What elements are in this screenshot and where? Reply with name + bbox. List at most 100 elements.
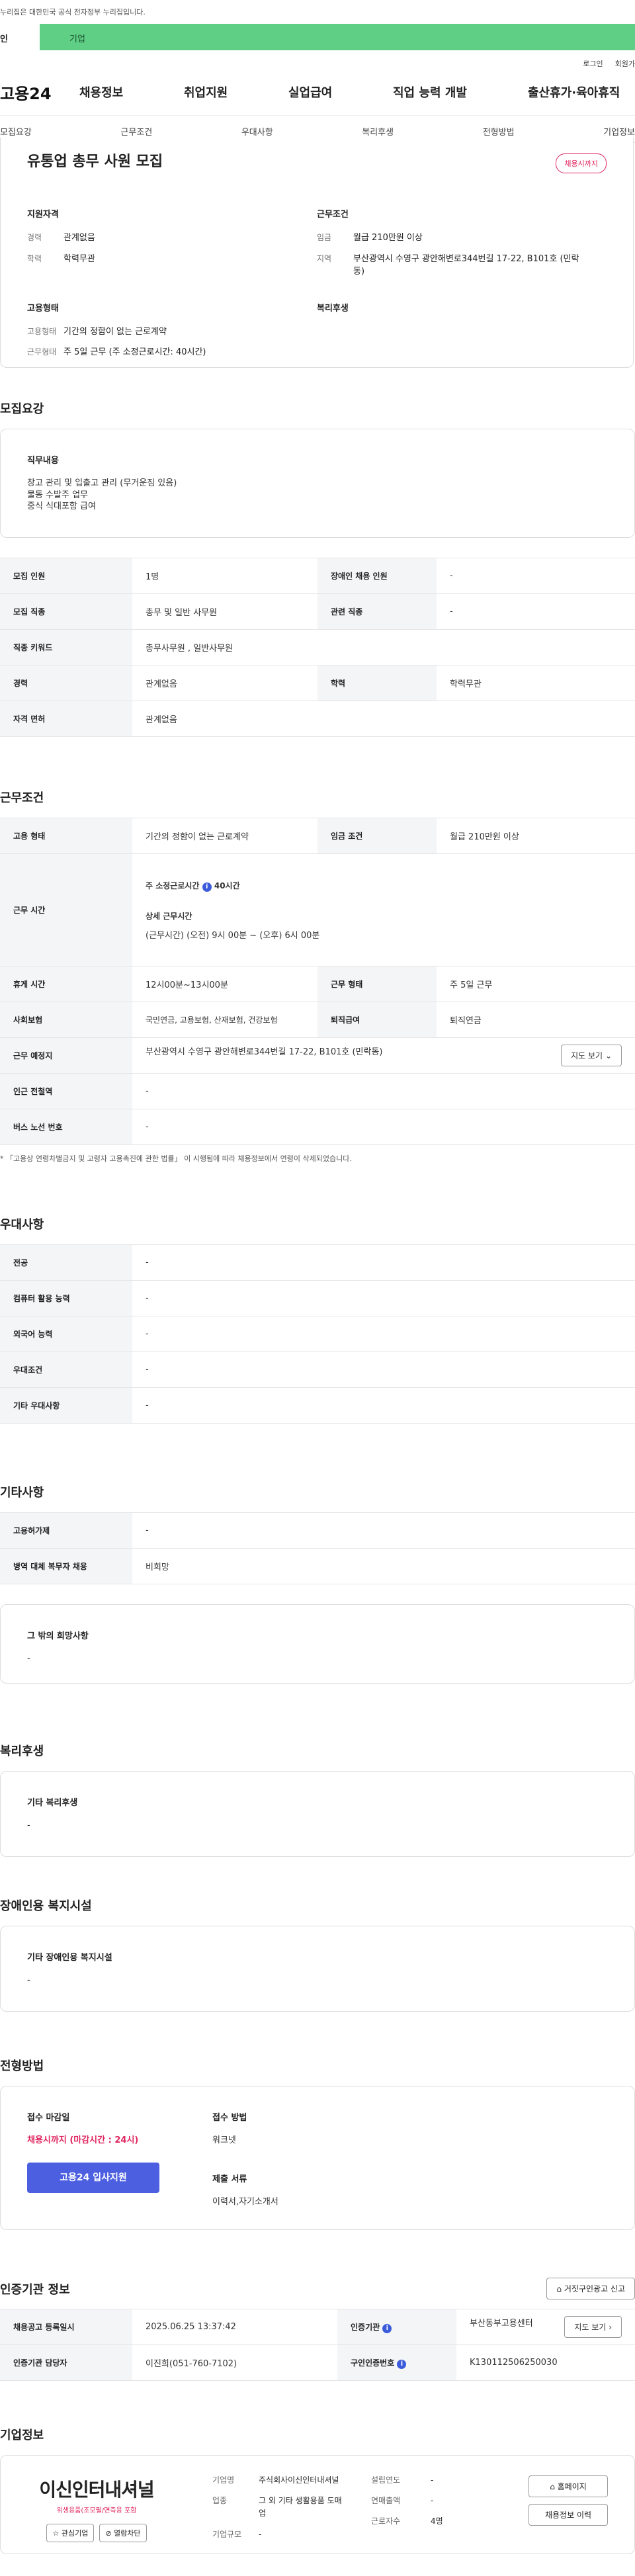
row-value: - <box>132 1280 635 1316</box>
gnb-item-employment-support[interactable]: 취업지원 <box>184 83 288 101</box>
selection-box: 접수 마감일 채용시까지 (마감시간 : 24시) 고용24 입사지원 접수 방… <box>0 2086 635 2230</box>
site-logo[interactable]: 고용24 <box>0 81 79 104</box>
favorite-button[interactable]: ☆ 관심기업 <box>46 2524 95 2542</box>
table-row: 채용공고 등록일시 2025.06.25 13:37:42 인증기관 i 부산동… <box>0 2309 635 2345</box>
pref-section-title: 우대사항 <box>0 1218 44 1232</box>
deadline-value: 채용시까지 (마감시간 : 24시) <box>27 2135 139 2145</box>
row-value: 관계없음 <box>132 665 318 701</box>
row-label: 전공 <box>0 1244 132 1281</box>
deadline-heading: 접수 마감일 <box>27 2113 70 2123</box>
row-label: 기타 우대사항 <box>0 1387 132 1424</box>
cert-section-title: 인증기관 정보 <box>0 2282 70 2297</box>
table-row: 외국어 능력 - <box>0 1316 635 1352</box>
favorite-label: 관심기업 <box>61 2529 89 2538</box>
company-field-label: 연매출액 <box>371 2496 401 2506</box>
agency-map-label: 지도 보기 <box>574 2323 607 2332</box>
emp-value: 기간의 정함이 없는 근로계약 <box>64 326 167 337</box>
wish-heading: 그 밖의 희망사항 <box>27 1631 89 1641</box>
duty-box: 직무내용 창고 관리 및 입출고 관리 (무거운짐 있음) 물동 수발주 업무 … <box>0 429 635 538</box>
table-row: 경력 관계없음 학력 학력무관 <box>0 665 635 701</box>
row-value: 국민연금, 고용보험, 산재보험, 건강보험 <box>132 1002 318 1038</box>
user-type-tabs: 인 기업 <box>0 24 635 50</box>
company-section-title: 기업정보 <box>0 2428 44 2442</box>
row-label: 휴게 시간 <box>0 966 132 1002</box>
table-row: 기타 우대사항 - <box>0 1387 635 1424</box>
homepage-label: 홈페이지 <box>557 2482 587 2491</box>
cert-number-label: 구인인증번호 <box>351 2358 395 2368</box>
company-logo-name: 이신인터내셔널 <box>39 2479 154 2501</box>
apply-button[interactable]: 고용24 입사지원 <box>27 2162 159 2193</box>
info-icon[interactable]: i <box>382 2323 392 2333</box>
location-cell: 부산광역시 수영구 광안해변로344번길 17-22, B101호 (민락동) … <box>132 1037 635 1074</box>
docs-value: 이력서,자기소개서 <box>212 2196 278 2207</box>
row-value: 월급 210만원 이상 <box>437 818 635 854</box>
chevron-right-icon: › <box>609 2323 612 2332</box>
gnb-item-vocational-training[interactable]: 직업 능력 개발 <box>393 83 528 101</box>
tab-personal[interactable]: 인 <box>0 24 40 50</box>
row-label: 고용 형태 <box>0 818 132 854</box>
tab-company[interactable]: 기업 <box>40 24 635 50</box>
cond-label: 임금 <box>317 233 332 242</box>
job-history-button[interactable]: 채용정보 이력 <box>529 2504 608 2526</box>
row-value: 1명 <box>132 558 318 594</box>
row-value: - <box>132 1316 635 1352</box>
row-label: 학력 <box>318 665 437 701</box>
hours-cell: 주 소정근로시간 i 40시간 상세 근무시간 (근무시간) (오전) 9시 0… <box>132 853 635 966</box>
report-button-label: 거짓구인광고 신고 <box>564 2284 625 2294</box>
job-summary-card: 유통업 총무 사원 모집 채용시까지 지원자격 경력 관계없음 학력 학력무관 근무… <box>0 138 634 368</box>
global-nav: 고용24 채용정보 취업지원 실업급여 직업 능력 개발 출산휴가·육아휴직 <box>0 69 635 115</box>
company-field-label: 근로자수 <box>371 2516 401 2526</box>
disab-section-title: 장애인용 복지시설 <box>0 1899 92 1913</box>
wish-value: - <box>27 1654 30 1664</box>
duty-line: 물동 수발주 업무 <box>27 490 88 500</box>
row-label: 외국어 능력 <box>0 1316 132 1352</box>
homepage-button[interactable]: ⌂ 홈페이지 <box>529 2475 608 2497</box>
cond-value: 부산광역시 수영구 광안해변로344번길 17-22, B101호 (민락동) <box>353 253 579 277</box>
signup-link[interactable]: 회원가 <box>615 58 635 69</box>
row-value: 총무 및 일반 사무원 <box>132 593 318 630</box>
row-value: 기간의 정함이 없는 근로계약 <box>132 818 318 854</box>
agency-map-button[interactable]: 지도 보기 › <box>564 2316 622 2338</box>
company-field-value: 4명 <box>431 2516 443 2526</box>
row-value: - <box>132 1512 635 1549</box>
row-value: - <box>132 1244 635 1281</box>
block-icon: ⊘ <box>105 2529 112 2538</box>
info-icon[interactable]: i <box>397 2359 407 2369</box>
table-row: 우대조건 - <box>0 1352 635 1388</box>
hours-main-label: 주 소정근로시간 <box>146 880 200 890</box>
emp-heading: 고용형태 <box>27 303 59 314</box>
table-row: 근무 예정지 부산광역시 수영구 광안해변로344번길 17-22, B101호… <box>0 1037 635 1074</box>
table-row: 컴퓨터 활용 능력 - <box>0 1280 635 1316</box>
disab-value: - <box>27 1975 30 1985</box>
row-label: 구인인증번호 i <box>337 2344 456 2381</box>
info-icon[interactable]: i <box>202 882 212 892</box>
row-value: - <box>132 1352 635 1388</box>
company-card: 이신인터내셔널 위생용품(조모필/면측용 포함 ☆ 관심기업 ⊘ 열람차단 기업… <box>0 2455 635 2554</box>
row-label: 근무 시간 <box>0 853 132 966</box>
row-value: - <box>437 593 635 630</box>
company-field-value: - <box>431 2496 434 2506</box>
row-value: - <box>132 1109 635 1145</box>
login-link[interactable]: 로그인 <box>583 58 603 69</box>
gnb-item-parental-leave[interactable]: 출산휴가·육아휴직 <box>528 83 620 101</box>
deadline-badge: 채용시까지 <box>556 153 607 173</box>
table-row: 병역 대체 복무자 채용 비희망 <box>0 1548 635 1584</box>
report-button[interactable]: ⌂ 거짓구인광고 신고 <box>546 2278 635 2299</box>
table-row: 모집 직종 총무 및 일반 사무원 관련 직종 - <box>0 593 635 630</box>
disab-box: 기타 장애인용 복지시설 - <box>0 1926 635 2012</box>
row-label: 고용허가제 <box>0 1512 132 1549</box>
table-row: 근무 시간 주 소정근로시간 i 40시간 상세 근무시간 (근무시간) (오전… <box>0 853 635 966</box>
block-button[interactable]: ⊘ 열람차단 <box>99 2524 147 2542</box>
gnb-item-unemployment-benefit[interactable]: 실업급여 <box>288 83 393 101</box>
map-button[interactable]: 지도 보기 ⌄ <box>561 1045 622 1066</box>
qual-value: 학력무관 <box>64 253 95 264</box>
table-row: 자격 면허 관계없음 <box>0 701 635 737</box>
company-field-value: 그 외 기타 생활용품 도매업 <box>259 2496 342 2518</box>
gnb-item-jobs[interactable]: 채용정보 <box>79 83 184 101</box>
cert-agency-label: 인증기관 <box>351 2322 380 2332</box>
duty-line: 창고 관리 및 입출고 관리 (무거운짐 있음) <box>27 478 177 488</box>
row-label: 장애인 채용 인원 <box>318 558 437 594</box>
row-label: 모집 인원 <box>0 558 132 594</box>
cert-table: 채용공고 등록일시 2025.06.25 13:37:42 인증기관 i 부산동… <box>0 2309 635 2381</box>
welfare-box: 기타 복리후생 - <box>0 1771 635 1857</box>
